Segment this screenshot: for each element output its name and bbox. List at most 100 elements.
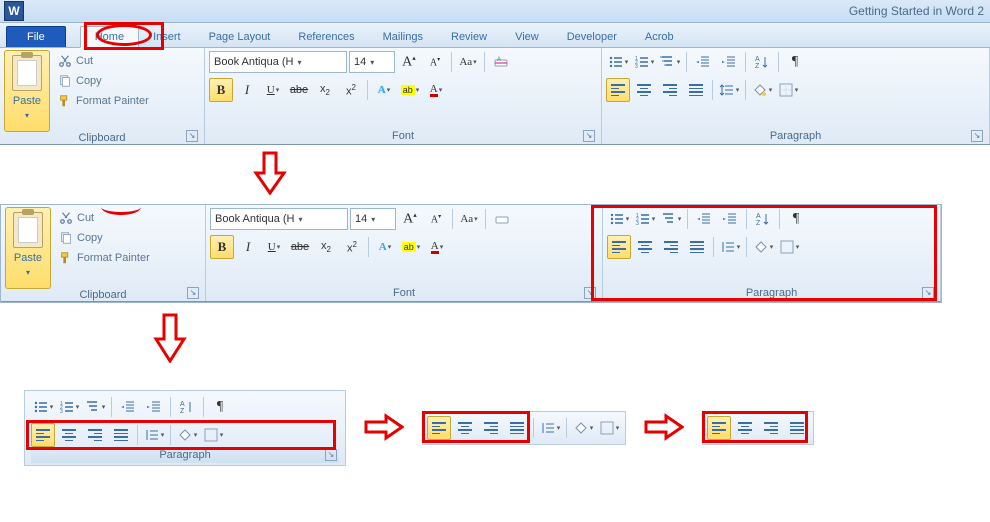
borders-button[interactable]: ▾ (597, 416, 621, 440)
format-painter-button[interactable]: Format Painter (54, 92, 153, 110)
line-spacing-button[interactable]: ▾ (718, 235, 742, 259)
change-case-button[interactable]: Aa▾ (457, 207, 481, 231)
shading-button[interactable]: ▾ (571, 416, 595, 440)
shading-button[interactable]: ▾ (175, 423, 199, 447)
tab-developer[interactable]: Developer (553, 27, 631, 47)
cut-button[interactable]: Cut (55, 209, 154, 227)
numbering-button[interactable]: 123▾ (632, 50, 656, 74)
copy-button[interactable]: Copy (54, 72, 153, 90)
format-painter-button[interactable]: Format Painter (55, 249, 154, 267)
paragraph-dialog-launcher[interactable]: ↘ (325, 449, 337, 461)
align-right-button[interactable] (83, 423, 107, 447)
clipboard-dialog-launcher[interactable]: ↘ (187, 287, 199, 299)
align-left-button[interactable] (31, 423, 55, 447)
paragraph-dialog-launcher[interactable]: ↘ (922, 287, 934, 299)
highlight-button[interactable]: ab▾ (399, 235, 423, 259)
font-dialog-launcher[interactable]: ↘ (584, 287, 596, 299)
clear-formatting-button[interactable]: A (489, 50, 513, 74)
paste-button[interactable]: Paste ▾ (5, 207, 51, 289)
shrink-font-button[interactable]: A▾ (423, 50, 447, 74)
tab-mailings[interactable]: Mailings (369, 27, 437, 47)
italic-button[interactable]: I (236, 235, 260, 259)
justify-button[interactable] (684, 78, 708, 102)
align-center-button[interactable] (733, 416, 757, 440)
change-case-button[interactable]: Aa▾ (456, 50, 480, 74)
tab-acrobat[interactable]: Acrob (631, 27, 688, 47)
italic-button[interactable]: I (235, 78, 259, 102)
show-marks-button[interactable]: ¶ (784, 207, 808, 231)
font-dialog-launcher[interactable]: ↘ (583, 130, 595, 142)
tab-insert[interactable]: Insert (139, 27, 195, 47)
tab-references[interactable]: References (284, 27, 368, 47)
align-right-button[interactable] (759, 416, 783, 440)
align-center-button[interactable] (57, 423, 81, 447)
grow-font-button[interactable]: A▴ (397, 50, 421, 74)
clear-formatting-button[interactable] (490, 207, 514, 231)
justify-button[interactable] (785, 416, 809, 440)
paste-button[interactable]: Paste ▾ (4, 50, 50, 132)
font-name-combo[interactable]: Book Antiqua (H▾ (210, 208, 348, 230)
bold-button[interactable]: B (210, 235, 234, 259)
sort-button[interactable]: AZ (750, 50, 774, 74)
font-color-button[interactable]: A▾ (424, 78, 448, 102)
tab-home[interactable]: Home (80, 26, 139, 48)
cut-button[interactable]: Cut (54, 52, 153, 70)
align-left-button[interactable] (427, 416, 451, 440)
text-effects-button[interactable]: A▾ (372, 78, 396, 102)
font-name-combo[interactable]: Book Antiqua (H▾ (209, 51, 347, 73)
paste-dropdown-icon[interactable]: ▾ (25, 111, 29, 120)
paste-dropdown-icon[interactable]: ▾ (26, 268, 30, 277)
clipboard-dialog-launcher[interactable]: ↘ (186, 130, 198, 142)
numbering-button[interactable]: 123▾ (57, 395, 81, 419)
align-right-button[interactable] (659, 235, 683, 259)
increase-indent-button[interactable] (717, 50, 741, 74)
show-marks-button[interactable]: ¶ (783, 50, 807, 74)
align-left-button[interactable] (707, 416, 731, 440)
line-spacing-button[interactable]: ▾ (717, 78, 741, 102)
increase-indent-button[interactable] (718, 207, 742, 231)
subscript-button[interactable]: x2 (314, 235, 338, 259)
superscript-button[interactable]: x2 (340, 235, 364, 259)
line-spacing-button[interactable]: ▾ (142, 423, 166, 447)
subscript-button[interactable]: x2 (313, 78, 337, 102)
sort-button[interactable]: AZ (751, 207, 775, 231)
multilevel-list-button[interactable]: ▾ (83, 395, 107, 419)
shading-button[interactable]: ▾ (750, 78, 774, 102)
borders-button[interactable]: ▾ (777, 235, 801, 259)
decrease-indent-button[interactable] (116, 395, 140, 419)
font-size-combo[interactable]: 14▾ (350, 208, 396, 230)
text-effects-button[interactable]: A▾ (373, 235, 397, 259)
borders-button[interactable]: ▾ (201, 423, 225, 447)
copy-button[interactable]: Copy (55, 229, 154, 247)
decrease-indent-button[interactable] (691, 50, 715, 74)
show-marks-button[interactable]: ¶ (208, 395, 232, 419)
shrink-font-button[interactable]: A▾ (424, 207, 448, 231)
tab-view[interactable]: View (501, 27, 553, 47)
bullets-button[interactable]: ▾ (606, 50, 630, 74)
borders-button[interactable]: ▾ (776, 78, 800, 102)
bold-button[interactable]: B (209, 78, 233, 102)
justify-button[interactable] (685, 235, 709, 259)
line-spacing-button[interactable]: ▾ (538, 416, 562, 440)
sort-button[interactable]: AZ (175, 395, 199, 419)
bullets-button[interactable]: ▾ (607, 207, 631, 231)
align-right-button[interactable] (479, 416, 503, 440)
align-left-button[interactable] (607, 235, 631, 259)
strikethrough-button[interactable]: abe (288, 235, 312, 259)
strikethrough-button[interactable]: abe (287, 78, 311, 102)
underline-button[interactable]: U▾ (261, 78, 285, 102)
align-center-button[interactable] (632, 78, 656, 102)
numbering-button[interactable]: 123▾ (633, 207, 657, 231)
align-left-button[interactable] (606, 78, 630, 102)
highlight-button[interactable]: ab▾ (398, 78, 422, 102)
tab-file[interactable]: File (6, 26, 66, 47)
superscript-button[interactable]: x2 (339, 78, 363, 102)
increase-indent-button[interactable] (142, 395, 166, 419)
decrease-indent-button[interactable] (692, 207, 716, 231)
justify-button[interactable] (505, 416, 529, 440)
justify-button[interactable] (109, 423, 133, 447)
bullets-button[interactable]: ▾ (31, 395, 55, 419)
font-color-button[interactable]: A▾ (425, 235, 449, 259)
tab-review[interactable]: Review (437, 27, 501, 47)
multilevel-list-button[interactable]: ▾ (659, 207, 683, 231)
